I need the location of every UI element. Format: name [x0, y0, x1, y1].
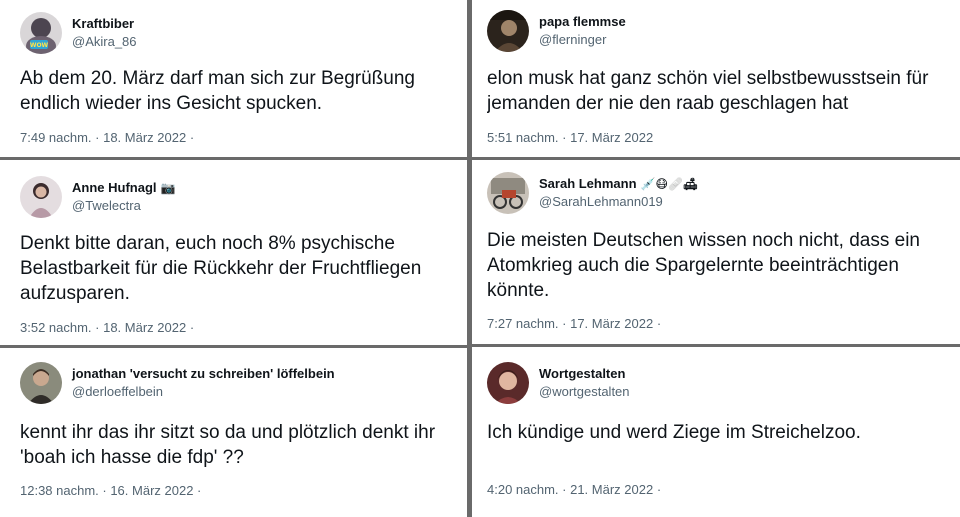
user-handle[interactable]: @flerninger: [539, 32, 606, 47]
svg-text:WOW: WOW: [30, 42, 49, 49]
display-name[interactable]: Wortgestalten: [539, 366, 625, 381]
display-name[interactable]: jonathan 'versucht zu schreiben' löffelb…: [72, 366, 335, 381]
tweet-card-anne-hufnagl[interactable]: Anne Hufnagl 📷 @Twelectra Denkt bitte da…: [20, 176, 460, 341]
tweet-timestamp[interactable]: 12:38 nachm. · 16. März 2022 ·: [20, 483, 201, 498]
horizontal-divider: [0, 345, 467, 348]
display-name[interactable]: Anne Hufnagl 📷: [72, 180, 175, 195]
horizontal-divider: [0, 157, 467, 160]
display-name[interactable]: Kraftbiber: [72, 16, 134, 31]
tweet-card-jonathan[interactable]: jonathan 'versucht zu schreiben' löffelb…: [20, 362, 465, 512]
person-avatar-icon[interactable]: [20, 176, 62, 218]
man-avatar-icon[interactable]: [20, 362, 62, 404]
tweet-text: elon musk hat ganz schön viel selbstbewu…: [487, 68, 929, 114]
tweet-card-kraftbiber[interactable]: WOW Kraftbiber @Akira_86 Ab dem 20. März…: [20, 12, 460, 152]
portrait-avatar-icon[interactable]: [487, 10, 529, 52]
tweet-timestamp[interactable]: 5:51 nachm. · 17. März 2022: [487, 130, 653, 145]
tweet-timestamp[interactable]: 4:20 nachm. · 21. März 2022 ·: [487, 482, 661, 497]
tweet-header: jonathan 'versucht zu schreiben' löffelb…: [20, 362, 465, 412]
tweet-text: Denkt bitte daran, euch noch 8% psychisc…: [20, 233, 422, 304]
tweet-timestamp[interactable]: 7:27 nachm. · 17. März 2022 ·: [487, 316, 661, 331]
tweet-header: Anne Hufnagl 📷 @Twelectra: [20, 176, 460, 226]
woman-avatar-icon[interactable]: [487, 362, 529, 404]
tweet-card-papa-flemmse[interactable]: papa flemmse @flerninger elon musk hat g…: [487, 10, 952, 150]
sticker-avatar-icon[interactable]: WOW: [20, 12, 62, 54]
tweet-text: Die meisten Deutschen wissen noch nicht,…: [487, 230, 921, 301]
user-handle[interactable]: @Twelectra: [72, 198, 141, 213]
horizontal-divider: [472, 344, 960, 347]
camera-icon: 📷: [160, 180, 176, 195]
bike-avatar-icon[interactable]: [487, 172, 529, 214]
user-handle[interactable]: @Akira_86: [72, 34, 137, 49]
tweet-text: Ich kündige und werd Ziege im Streichelz…: [487, 422, 861, 443]
tweet-card-sarah-lehmann[interactable]: Sarah Lehmann 💉😷🩹🛋 @SarahLehmann019 Die …: [487, 172, 952, 337]
horizontal-divider: [472, 157, 960, 160]
tweet-text: Ab dem 20. März darf man sich zur Begrüß…: [20, 68, 415, 114]
emoji-badges-icon: 💉😷🩹🛋: [640, 176, 699, 191]
tweet-header: Wortgestalten @wortgestalten: [487, 362, 952, 412]
user-handle[interactable]: @SarahLehmann019: [539, 194, 663, 209]
tweet-collage: WOW Kraftbiber @Akira_86 Ab dem 20. März…: [0, 0, 960, 517]
user-handle[interactable]: @wortgestalten: [539, 384, 630, 399]
user-handle[interactable]: @derloeffelbein: [72, 384, 163, 399]
tweet-card-wortgestalten[interactable]: Wortgestalten @wortgestalten Ich kündige…: [487, 362, 952, 512]
display-name[interactable]: Sarah Lehmann 💉😷🩹🛋: [539, 176, 698, 191]
vertical-divider: [467, 0, 472, 517]
tweet-text: kennt ihr das ihr sitzt so da und plötzl…: [20, 422, 436, 468]
tweet-header: papa flemmse @flerninger: [487, 10, 952, 60]
tweet-header: Sarah Lehmann 💉😷🩹🛋 @SarahLehmann019: [487, 172, 952, 222]
tweet-timestamp[interactable]: 3:52 nachm. · 18. März 2022 ·: [20, 320, 194, 335]
tweet-header: WOW Kraftbiber @Akira_86: [20, 12, 460, 62]
tweet-timestamp[interactable]: 7:49 nachm. · 18. März 2022 ·: [20, 130, 194, 145]
display-name[interactable]: papa flemmse: [539, 14, 626, 29]
